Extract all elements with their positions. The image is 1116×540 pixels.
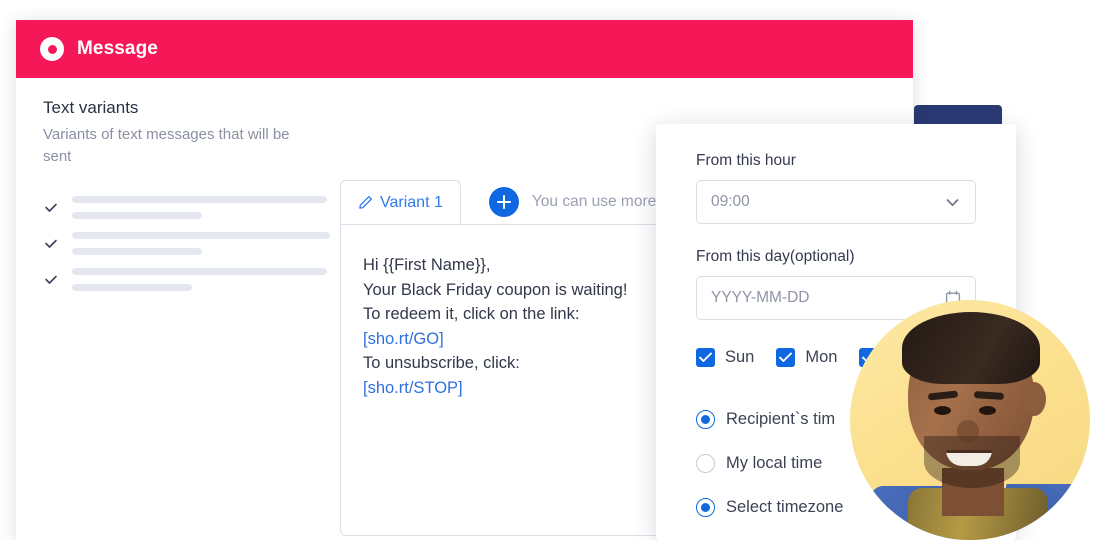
plus-icon[interactable] (488, 187, 519, 217)
record-circle-icon (40, 37, 64, 61)
list-item[interactable] (43, 226, 330, 262)
text-variants-title: Text variants (43, 98, 139, 117)
avatar-hair (902, 312, 1040, 384)
tab-variant-1[interactable]: Variant 1 (340, 180, 461, 224)
list-item[interactable] (43, 190, 328, 226)
radio-unselected-icon (696, 453, 715, 473)
tab-variant-1-label: Variant 1 (380, 193, 443, 211)
text-variants-panel: Text variants Variants of text messages … (43, 98, 330, 298)
placeholder-bars (72, 268, 328, 291)
radio-my-local-time-label: My local time (726, 453, 823, 472)
variant-tabs: Variant 1 You can use more tha (340, 180, 682, 224)
avatar-eye-left (934, 406, 951, 415)
checkbox-checked-icon (696, 348, 715, 367)
checkbox-sun[interactable]: Sun (696, 348, 754, 367)
check-icon (43, 200, 59, 216)
portrait-avatar (850, 300, 1090, 540)
screenshot-root: Message Text variants Variants of text m… (0, 0, 1116, 540)
radio-select-timezone-label: Select timezone (726, 497, 844, 516)
list-item[interactable] (43, 262, 328, 298)
from-hour-label: From this hour (696, 152, 796, 169)
placeholder-bars (72, 196, 328, 219)
pencil-icon (358, 195, 373, 210)
avatar-nose (957, 420, 979, 442)
radio-selected-icon (696, 409, 715, 429)
avatar-ear (1022, 382, 1046, 416)
from-day-label: From this day(optional) (696, 248, 855, 265)
checkbox-sun-label: Sun (725, 348, 755, 366)
card-header: Message (16, 20, 913, 78)
avatar-eye-right (979, 406, 996, 415)
radio-selected-icon (696, 497, 715, 517)
placeholder-bars (72, 232, 330, 255)
check-icon (43, 236, 59, 252)
from-hour-value: 09:00 (711, 193, 750, 210)
checkbox-mon[interactable]: Mon (776, 348, 837, 367)
add-variant-group: You can use more tha (461, 180, 682, 224)
text-variants-subtitle: Variants of text messages that will be s… (43, 126, 290, 165)
from-day-placeholder: YYYY-MM-DD (711, 289, 810, 306)
check-icon (43, 272, 59, 288)
checkbox-checked-icon (776, 348, 796, 367)
variant-placeholder-list (43, 190, 330, 298)
radio-recipient-timezone-label: Recipient`s tim (726, 409, 836, 428)
checkbox-mon-label: Mon (805, 348, 838, 366)
page-title: Message (77, 38, 158, 59)
chevron-down-icon (944, 194, 961, 211)
from-hour-select[interactable]: 09:00 (696, 180, 976, 224)
